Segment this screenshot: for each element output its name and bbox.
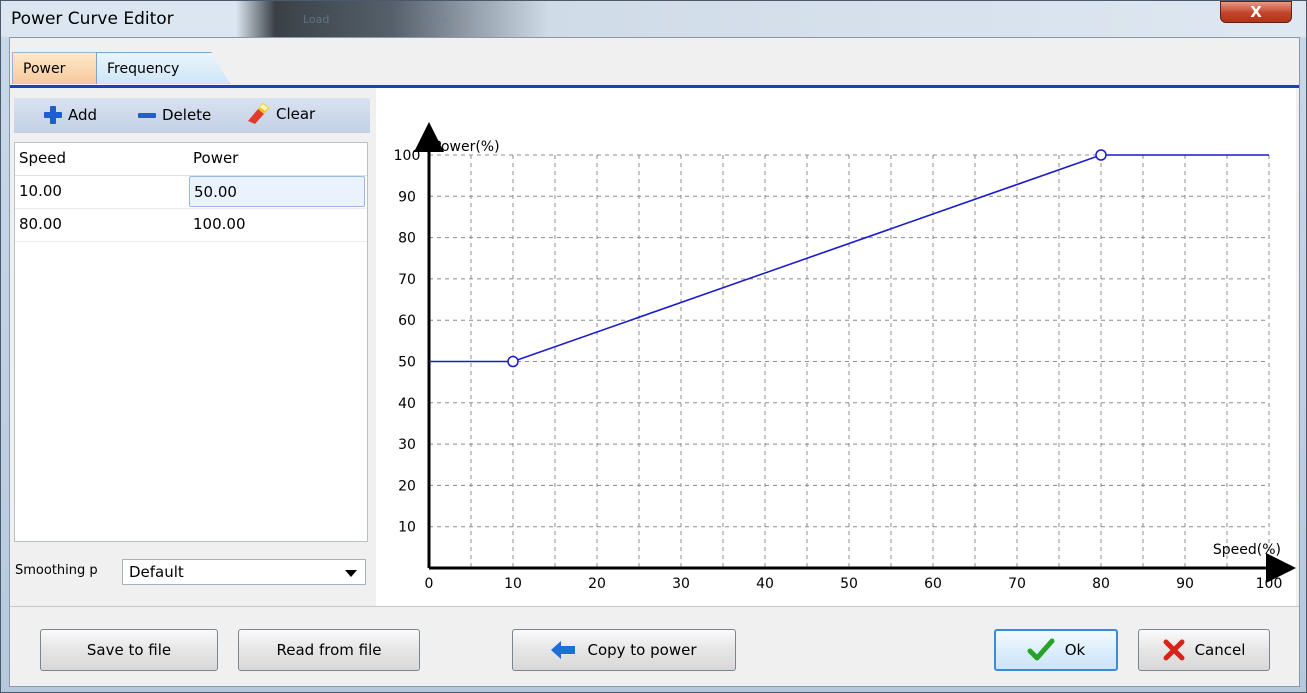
- speed-cell[interactable]: 80.00: [15, 209, 187, 240]
- save-to-file-button[interactable]: Save to file: [40, 629, 218, 671]
- y-tick-label: 30: [398, 437, 416, 453]
- checkmark-icon: [1027, 638, 1055, 661]
- x-tick-label: 40: [756, 576, 774, 592]
- column-header-speed[interactable]: Speed: [19, 149, 66, 167]
- copy-to-power-label: Copy to power: [587, 641, 697, 659]
- background-save-text: Save: [421, 13, 449, 26]
- y-tick-label: 40: [398, 396, 416, 412]
- y-tick-label: 20: [398, 478, 416, 494]
- y-tick-label: 80: [398, 231, 416, 247]
- dropdown-arrow-icon: [345, 570, 357, 577]
- chart-svg: 0 10 20 30 40 50 60 70 80 90 100 10 20 30 40 50 60 70 80 90…: [394, 122, 1296, 592]
- tab-bar: Power Frequency: [10, 52, 1299, 86]
- x-tick-label: 100: [1256, 576, 1283, 592]
- x-tick-label: 70: [1008, 576, 1026, 592]
- x-tick-label: 0: [425, 576, 434, 592]
- x-tick-label: 80: [1092, 576, 1110, 592]
- tab-power-label: Power: [23, 61, 66, 77]
- table-row[interactable]: 10.00 50.00: [15, 176, 367, 209]
- x-axis-label: Speed(%): [1213, 542, 1281, 558]
- clear-label: Clear: [276, 105, 316, 123]
- background-load-text: Load: [303, 13, 330, 26]
- y-tick-label: 70: [398, 272, 416, 288]
- minus-icon: [138, 112, 156, 118]
- power-cell[interactable]: 50.00: [189, 176, 365, 207]
- copy-to-power-button[interactable]: Copy to power: [512, 629, 736, 671]
- tab-frequency[interactable]: Frequency: [96, 52, 230, 84]
- plus-icon: [44, 106, 62, 124]
- ok-label: Ok: [1064, 641, 1086, 659]
- y-tick-label: 10: [398, 520, 416, 536]
- y-axis-label: Power(%): [433, 139, 500, 155]
- speed-cell[interactable]: 10.00: [15, 176, 187, 207]
- close-button[interactable]: X: [1220, 1, 1292, 23]
- title-bar[interactable]: Power Curve Editor Load Save X: [1, 1, 1306, 37]
- tab-power[interactable]: Power: [12, 52, 98, 84]
- smoothing-value: Default: [129, 563, 184, 581]
- tab-frequency-label: Frequency: [107, 61, 180, 77]
- arrow-left-icon: [551, 641, 576, 659]
- column-header-power[interactable]: Power: [193, 149, 238, 167]
- eraser-icon: [248, 103, 269, 124]
- read-from-file-label: Read from file: [276, 641, 382, 659]
- ok-button[interactable]: Ok: [994, 629, 1118, 671]
- x-tick-label: 90: [1176, 576, 1194, 592]
- x-tick-label: 10: [504, 576, 522, 592]
- delete-label: Delete: [162, 106, 212, 124]
- power-curve-chart[interactable]: 0 10 20 30 40 50 60 70 80 90 100 10 20 30 40 50 60 70 80 90…: [376, 88, 1296, 606]
- x-tick-label: 30: [672, 576, 690, 592]
- control-point: [507, 355, 519, 368]
- cancel-x-icon: [1163, 639, 1185, 661]
- cancel-button[interactable]: Cancel: [1138, 629, 1270, 671]
- close-icon: X: [1250, 3, 1262, 21]
- read-from-file-button[interactable]: Read from file: [238, 629, 420, 671]
- power-curve-line: [429, 154, 1269, 363]
- points-panel: Add Delete Clear Speed Power 10.00 50.00…: [10, 90, 374, 610]
- power-curve-editor-window: Power Curve Editor Load Save X Power Fre…: [0, 0, 1307, 693]
- smoothing-select[interactable]: Default: [122, 559, 366, 585]
- dialog-client: Power Frequency Add Delete Clear Speed P…: [9, 37, 1300, 687]
- y-tick-label: 100: [394, 148, 421, 164]
- save-to-file-label: Save to file: [86, 641, 172, 659]
- table-header: Speed Power: [15, 143, 367, 176]
- delete-button[interactable]: Delete: [138, 106, 211, 124]
- y-tick-label: 60: [398, 313, 416, 329]
- cancel-label: Cancel: [1194, 641, 1246, 659]
- add-button[interactable]: Add: [44, 106, 97, 124]
- y-tick-label: 90: [398, 189, 416, 205]
- y-tick-label: 50: [398, 355, 416, 371]
- button-bar: Save to file Read from file Copy to powe…: [10, 606, 1299, 687]
- window-title: Power Curve Editor: [11, 9, 174, 29]
- control-point: [1095, 149, 1107, 161]
- smoothing-label: Smoothing p: [15, 563, 98, 578]
- table-row[interactable]: 80.00 100.00: [15, 209, 367, 242]
- power-cell[interactable]: 100.00: [189, 209, 365, 240]
- x-tick-label: 20: [588, 576, 606, 592]
- points-toolbar: Add Delete Clear: [14, 98, 370, 133]
- clear-button[interactable]: Clear: [246, 103, 315, 125]
- x-tick-label: 60: [924, 576, 942, 592]
- points-table: Speed Power 10.00 50.00 80.00 100.00: [14, 142, 368, 542]
- x-tick-label: 50: [840, 576, 858, 592]
- add-label: Add: [68, 106, 98, 124]
